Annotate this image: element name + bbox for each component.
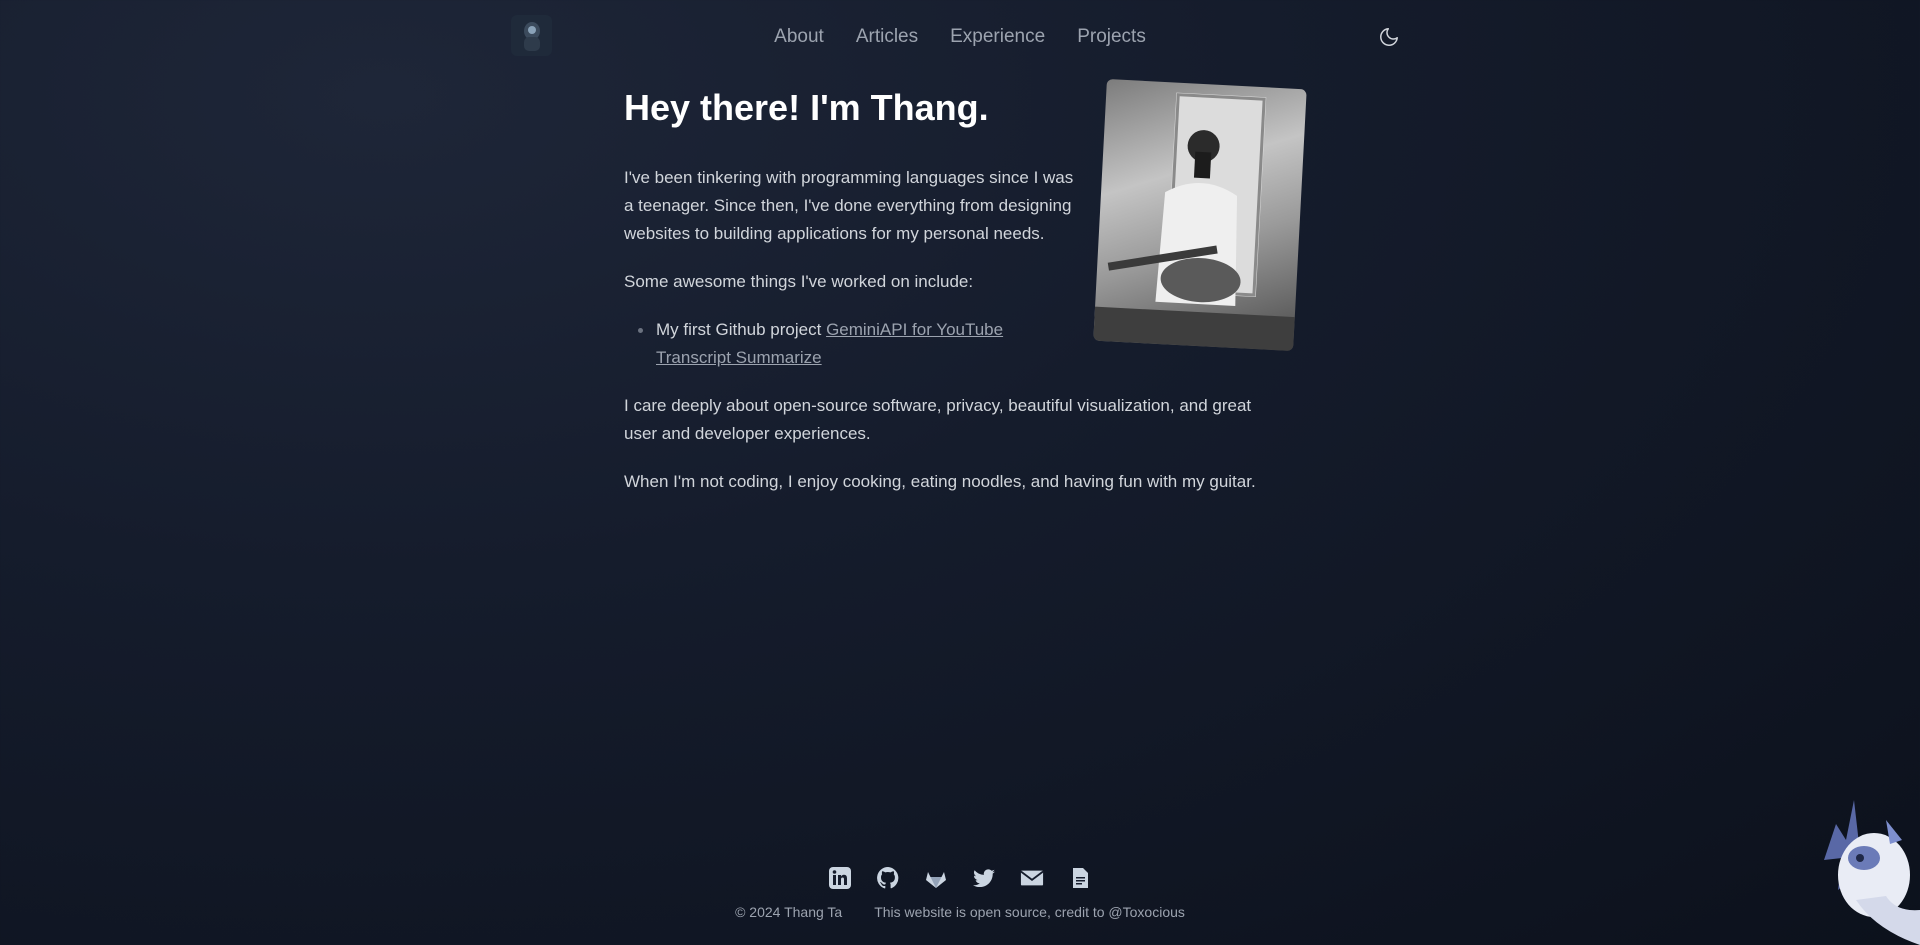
hobbies-paragraph: When I'm not coding, I enjoy cooking, ea… xyxy=(624,472,1256,491)
linkedin-icon[interactable] xyxy=(828,866,852,890)
twitter-icon[interactable] xyxy=(972,866,996,890)
nav-experience[interactable]: Experience xyxy=(950,24,1045,50)
theme-toggle-button[interactable] xyxy=(1375,23,1403,51)
mail-icon[interactable] xyxy=(1020,866,1044,890)
page-title: Hey there! I'm Thang. xyxy=(624,87,989,128)
awesome-intro: Some awesome things I've worked on inclu… xyxy=(624,272,974,291)
mascot-icon xyxy=(1824,800,1920,945)
list-item-prefix: My first Github project xyxy=(656,320,827,339)
copyright-text: © 2024 Thang Ta xyxy=(735,904,843,920)
resume-icon[interactable] xyxy=(1068,866,1092,890)
intro-paragraph: I've been tinkering with programming lan… xyxy=(624,168,1074,243)
moon-icon xyxy=(1380,28,1398,46)
gitlab-icon[interactable] xyxy=(924,866,948,890)
social-links xyxy=(0,866,1920,890)
main-content: Hey there! I'm Thang. I've been tinkerin… xyxy=(624,84,1304,516)
care-paragraph: I care deeply about open-source software… xyxy=(624,396,1252,443)
nav-projects[interactable]: Projects xyxy=(1077,24,1146,50)
github-icon[interactable] xyxy=(876,866,900,890)
site-footer: © 2024 Thang Ta This website is open sou… xyxy=(0,866,1920,920)
footer-credits: © 2024 Thang Ta This website is open sou… xyxy=(0,904,1920,920)
site-header: About Articles Experience Projects xyxy=(0,0,1920,74)
nav-about[interactable]: About xyxy=(774,24,824,50)
list-item: My first Github project GeminiAPI for Yo… xyxy=(638,316,1056,372)
credit-text: This website is open source, credit to @… xyxy=(874,904,1185,920)
main-nav: About Articles Experience Projects xyxy=(0,24,1920,50)
projects-list: My first Github project GeminiAPI for Yo… xyxy=(638,316,1056,372)
mascot-illustration xyxy=(1816,800,1920,945)
nav-articles[interactable]: Articles xyxy=(856,24,918,50)
